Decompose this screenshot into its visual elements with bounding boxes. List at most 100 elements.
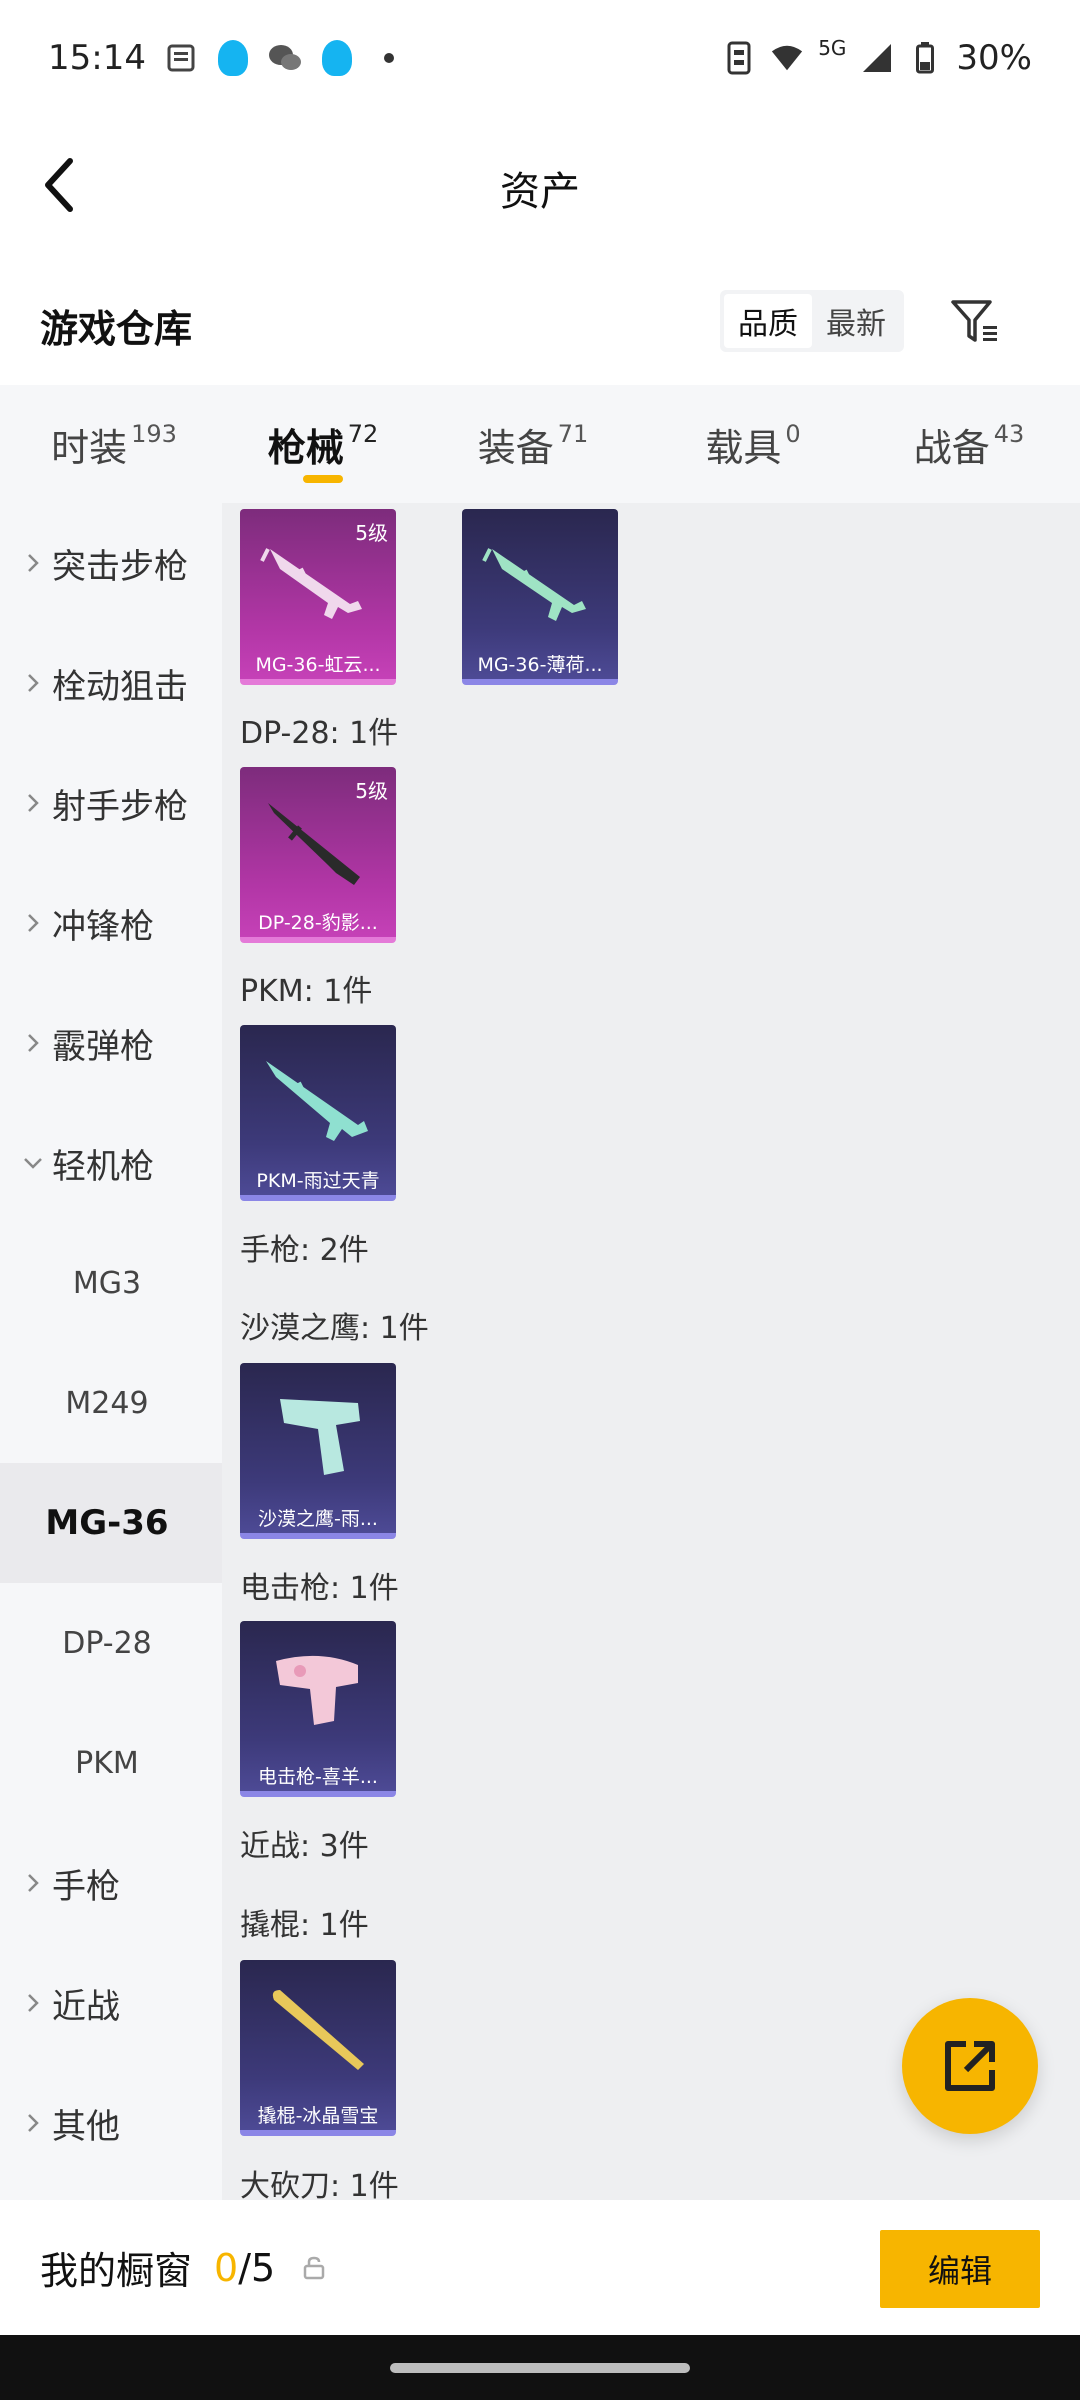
item-grid: 5级 MG-36-虹云... MG-36-薄荷... DP-28: 1件 5级 … xyxy=(222,503,1080,2203)
sidebar-item-melee[interactable]: 近战 xyxy=(0,1943,222,2063)
group-label: 近战: 3件 xyxy=(240,1829,369,1864)
tab-vehicles[interactable]: 载具 0 xyxy=(648,385,858,503)
chevron-right-icon xyxy=(18,1032,48,1054)
sim-icon xyxy=(722,41,756,75)
sidebar-subitem-dp28[interactable]: DP-28 xyxy=(0,1583,222,1703)
sidebar-item-smg[interactable]: 冲锋枪 xyxy=(0,863,222,983)
group-label: 手枪: 2件 xyxy=(240,1233,369,1268)
sort-quality-button[interactable]: 品质 xyxy=(724,294,812,348)
edit-button[interactable]: 编辑 xyxy=(880,2230,1040,2308)
sidebar-item-label: 射手步枪 xyxy=(52,786,188,827)
sidebar-item-lmg[interactable]: 轻机枪 xyxy=(0,1103,222,1223)
showcase-bar: 我的橱窗 0/5 编辑 xyxy=(0,2200,1080,2335)
filter-button[interactable] xyxy=(945,292,1005,352)
item-card[interactable]: 沙漠之鹰-雨... xyxy=(240,1363,396,1539)
tab-count: 43 xyxy=(993,420,1025,448)
sidebar-item-label: 栓动狙击 xyxy=(52,666,188,707)
showcase-title: 我的橱窗 xyxy=(40,2249,193,2293)
battery-level: 30% xyxy=(956,37,1032,78)
tab-label: 时装 xyxy=(51,425,128,470)
sidebar-item-bolt-sniper[interactable]: 栓动狙击 xyxy=(0,623,222,743)
group-label: 大砍刀: 1件 xyxy=(240,2169,399,2203)
chevron-right-icon xyxy=(18,552,48,574)
item-card[interactable]: PKM-雨过天青 xyxy=(240,1025,396,1201)
item-name: MG-36-薄荷... xyxy=(477,654,603,676)
sidebar-item-label: 霰弹枪 xyxy=(52,1026,154,1067)
sidebar-subitem-pkm[interactable]: PKM xyxy=(0,1703,222,1823)
battery-icon xyxy=(908,41,942,75)
warehouse-title: 游戏仓库 xyxy=(40,306,193,351)
machine-gun-icon xyxy=(266,1061,368,1141)
tab-label: 枪械 xyxy=(267,425,344,470)
item-card[interactable]: 5级 MG-36-虹云... xyxy=(240,509,396,685)
status-time: 15:14 xyxy=(48,37,146,78)
sort-toggle: 品质 最新 xyxy=(720,290,904,352)
chevron-right-icon xyxy=(18,792,48,814)
share-button[interactable] xyxy=(902,1998,1038,2134)
weapon-type-sidebar: 突击步枪 栓动狙击 射手步枪 冲锋枪 霰弹枪 轻机枪 MG3 M249 MG-3… xyxy=(0,503,222,2203)
tab-label: 战备 xyxy=(913,425,990,470)
item-name: MG-36-虹云... xyxy=(255,654,381,676)
sidebar-item-marksman-rifle[interactable]: 射手步枪 xyxy=(0,743,222,863)
chevron-right-icon xyxy=(18,912,48,934)
sidebar-item-other[interactable]: 其他 xyxy=(0,2063,222,2183)
filter-icon xyxy=(951,300,997,342)
lock-icon xyxy=(301,2255,327,2281)
qq-icon xyxy=(216,39,250,76)
sidebar-item-shotgun[interactable]: 霰弹枪 xyxy=(0,983,222,1103)
item-card[interactable]: 5级 DP-28-豹影... xyxy=(240,767,396,943)
tab-label: 装备 xyxy=(477,425,554,470)
pistol-icon xyxy=(280,1399,360,1475)
item-name: 沙漠之鹰-雨... xyxy=(258,1508,378,1530)
sidebar-subitem-mg36[interactable]: MG-36 xyxy=(0,1463,222,1583)
sort-newest-button[interactable]: 最新 xyxy=(812,294,900,348)
network-type: 5G xyxy=(818,35,847,60)
sidebar-item-label: 手枪 xyxy=(52,1866,120,1907)
more-dot-icon xyxy=(372,41,406,75)
tab-active-indicator xyxy=(303,475,343,483)
sidebar-item-label: 突击步枪 xyxy=(52,546,188,587)
share-icon xyxy=(945,2041,995,2091)
sidebar-item-assault-rifle[interactable]: 突击步枪 xyxy=(0,503,222,623)
chevron-down-icon xyxy=(18,1156,48,1170)
item-card[interactable]: 撬棍-冰晶雪宝 xyxy=(240,1960,396,2136)
chevron-right-icon xyxy=(18,1872,48,1894)
category-tabs: 时装 193 枪械 72 装备 71 载具 0 战备 43 xyxy=(0,385,1080,503)
wechat-icon xyxy=(268,41,302,75)
group-label: 沙漠之鹰: 1件 xyxy=(240,1311,429,1346)
back-button[interactable] xyxy=(30,155,90,215)
sidebar-subitem-m249[interactable]: M249 xyxy=(0,1343,222,1463)
group-label: DP-28: 1件 xyxy=(240,716,399,751)
taser-icon xyxy=(276,1655,358,1725)
wifi-icon xyxy=(770,41,804,75)
group-label: 电击枪: 1件 xyxy=(240,1571,399,1606)
tab-equipment[interactable]: 装备 71 xyxy=(418,385,648,503)
chevron-right-icon xyxy=(18,672,48,694)
sidebar-item-label: 冲锋枪 xyxy=(52,906,154,947)
group-label: PKM: 1件 xyxy=(240,974,373,1009)
crowbar-icon xyxy=(272,1990,364,2070)
tab-label: 载具 xyxy=(705,425,782,470)
tab-fashion[interactable]: 时装 193 xyxy=(0,385,228,503)
tab-combat-gear[interactable]: 战备 43 xyxy=(858,385,1080,503)
chevron-left-icon xyxy=(45,158,73,212)
level-badge: 5级 xyxy=(355,779,388,803)
item-name: 电击枪-喜羊... xyxy=(258,1766,378,1788)
rifle-icon xyxy=(482,548,586,621)
item-name: PKM-雨过天青 xyxy=(256,1170,380,1192)
warehouse-header: 游戏仓库 品质 最新 xyxy=(0,270,1080,380)
chevron-right-icon xyxy=(18,2112,48,2134)
status-bar: 15:14 5G 30% xyxy=(0,0,1080,115)
item-card[interactable]: MG-36-薄荷... xyxy=(462,509,618,685)
item-card[interactable]: 电击枪-喜羊... xyxy=(240,1621,396,1797)
group-label: 撬棍: 1件 xyxy=(240,1908,369,1943)
sidebar-subitem-mg3[interactable]: MG3 xyxy=(0,1223,222,1343)
tab-firearms[interactable]: 枪械 72 xyxy=(228,385,418,503)
level-badge: 5级 xyxy=(355,521,388,545)
tab-count: 0 xyxy=(785,420,801,448)
home-gesture-handle[interactable] xyxy=(390,2362,690,2373)
tab-count: 193 xyxy=(131,420,177,448)
sidebar-item-pistol[interactable]: 手枪 xyxy=(0,1823,222,1943)
notification-icon xyxy=(164,41,198,75)
item-name: DP-28-豹影... xyxy=(258,912,378,934)
